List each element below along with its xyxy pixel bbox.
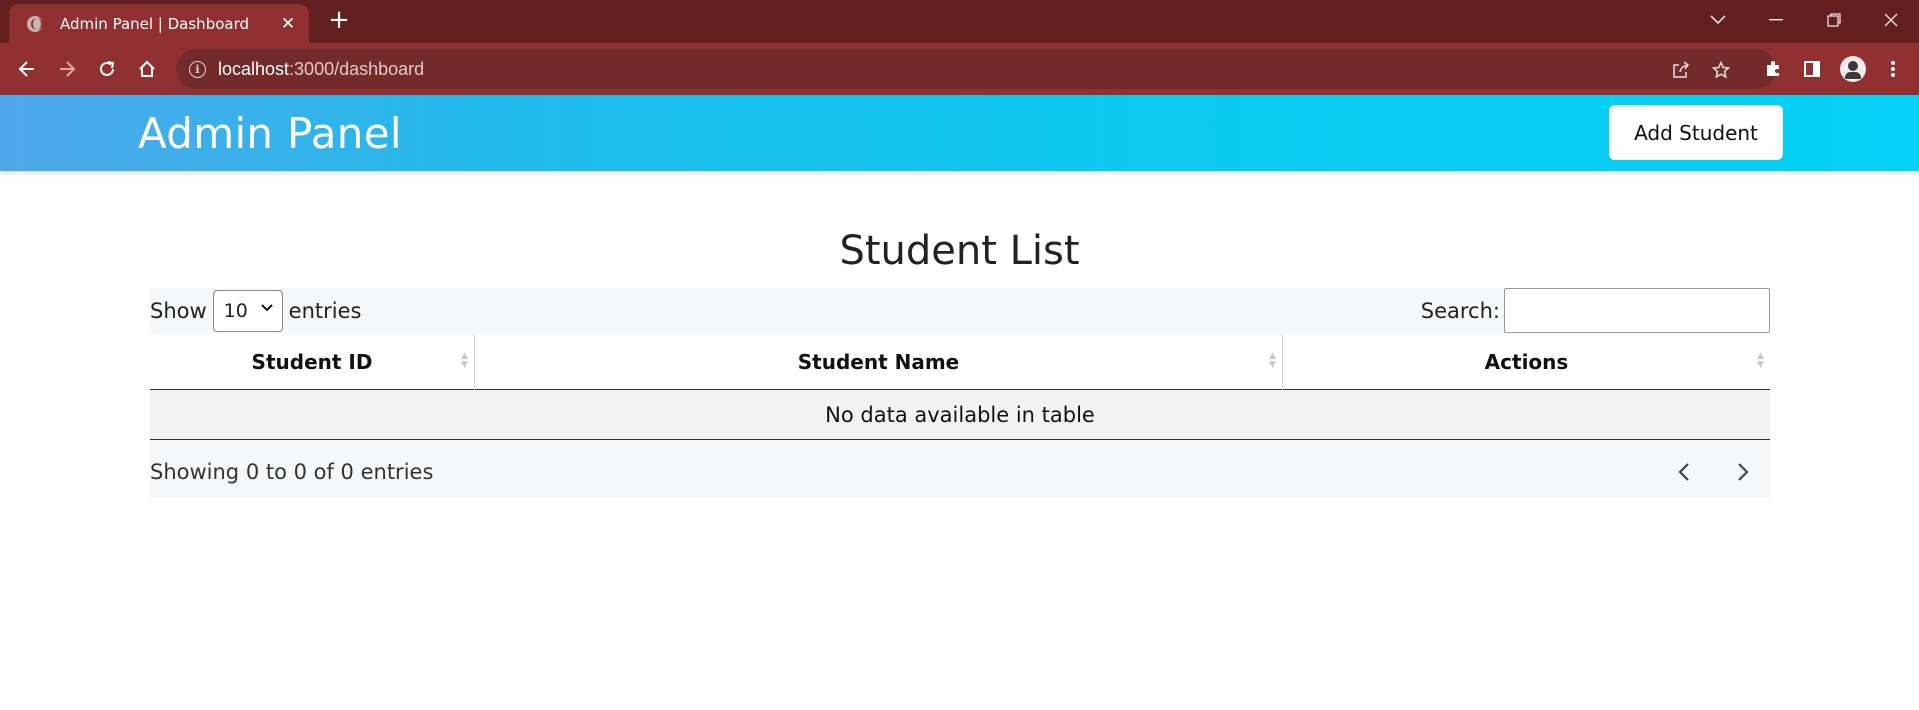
tab-title: Admin Panel | Dashboard — [60, 14, 250, 33]
browser-toolbar: i localhost:3000/dashboard — [0, 43, 1919, 95]
globe-icon — [27, 15, 43, 32]
previous-page-button[interactable] — [1664, 452, 1704, 492]
length-suffix: entries — [288, 298, 362, 323]
add-student-button[interactable]: Add Student — [1609, 105, 1783, 160]
forward-icon[interactable] — [51, 53, 83, 85]
sort-icon: ▲ ▼ — [461, 351, 468, 370]
minimize-icon[interactable] — [1753, 0, 1799, 40]
empty-table-row: No data available in table — [150, 390, 1770, 440]
column-label: Student Name — [797, 350, 960, 374]
column-label: Student ID — [251, 350, 373, 374]
app-header: Admin Panel Add Student — [0, 95, 1919, 171]
browser-tab[interactable]: Admin Panel | Dashboard ✕ — [9, 4, 309, 43]
column-header-student-name[interactable]: Student Name ▲ ▼ — [475, 334, 1283, 390]
home-icon[interactable] — [131, 53, 163, 85]
reload-icon[interactable] — [91, 53, 123, 85]
tab-close-icon[interactable]: ✕ — [279, 14, 297, 34]
student-table: Student ID ▲ ▼ Student Name ▲ ▼ Actions ▲ ▼… — [150, 334, 1770, 440]
brand-title[interactable]: Admin Panel — [138, 109, 402, 158]
sort-icon: ▲ ▼ — [1269, 351, 1276, 370]
address-bar[interactable]: i localhost:3000/dashboard — [176, 49, 1776, 89]
column-header-student-id[interactable]: Student ID ▲ ▼ — [150, 334, 475, 390]
restore-icon[interactable] — [1811, 0, 1857, 40]
back-icon[interactable] — [11, 53, 43, 85]
length-prefix: Show — [150, 298, 207, 323]
table-header-row: Student ID ▲ ▼ Student Name ▲ ▼ Actions ▲ ▼ — [150, 334, 1770, 390]
url-path: :3000/dashboard — [289, 58, 425, 79]
search-input[interactable] — [1504, 288, 1770, 333]
table-info: Showing 0 to 0 of 0 entries — [150, 460, 434, 484]
page-title: Student List — [839, 228, 1080, 274]
side-panel-icon[interactable] — [1796, 53, 1828, 85]
menu-icon[interactable] — [1877, 53, 1909, 85]
search-label: Search: — [1420, 298, 1500, 323]
window-close-icon[interactable] — [1868, 0, 1914, 40]
student-datatable: Show 10 entries Search: Student ID ▲ ▼ St… — [150, 288, 1770, 498]
profile-icon[interactable] — [1840, 56, 1866, 82]
star-icon[interactable] — [1710, 59, 1732, 81]
next-page-button[interactable] — [1723, 452, 1763, 492]
url-text: localhost:3000/dashboard — [218, 59, 424, 80]
column-header-actions[interactable]: Actions ▲ ▼ — [1283, 334, 1770, 390]
column-label: Actions — [1484, 350, 1569, 374]
extensions-icon[interactable] — [1757, 53, 1789, 85]
entries-select-value: 10 — [223, 299, 248, 322]
table-search: Search: — [1421, 288, 1770, 333]
new-tab-button[interactable]: + — [324, 6, 354, 36]
url-host: localhost — [218, 58, 290, 79]
entries-per-page-select[interactable]: 10 — [212, 289, 283, 332]
share-icon[interactable] — [1670, 59, 1692, 81]
chevron-down-icon — [260, 299, 274, 318]
tab-search-icon[interactable] — [1695, 0, 1741, 40]
browser-tab-strip: Admin Panel | Dashboard ✕ + — [0, 0, 1919, 43]
info-icon[interactable]: i — [189, 60, 206, 78]
sort-icon: ▲ ▼ — [1757, 351, 1764, 370]
entries-length-control: Show 10 entries — [150, 288, 361, 333]
